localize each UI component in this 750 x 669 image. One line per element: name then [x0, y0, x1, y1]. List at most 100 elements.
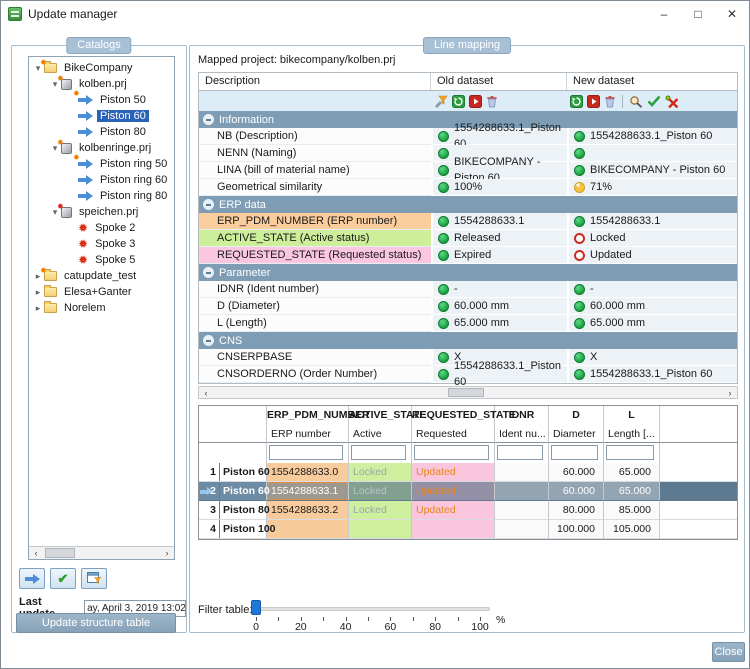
status-red-icon: [574, 250, 585, 261]
scroll-thumb[interactable]: [448, 388, 484, 397]
trash-icon[interactable]: [604, 95, 616, 108]
tree-item-spoke-5[interactable]: ✹Spoke 5: [29, 252, 174, 268]
table-row[interactable]: 1Piston 601554288633.0LockedUpdated60.00…: [199, 463, 737, 482]
old-value-cell: Expired: [431, 247, 567, 264]
filter-input[interactable]: [497, 445, 543, 460]
chevron-right-icon[interactable]: ▸: [32, 287, 44, 298]
tree-item-spoke-2[interactable]: ✹Spoke 2: [29, 220, 174, 236]
part-arrow-icon: [78, 175, 93, 185]
minimize-button[interactable]: –: [647, 1, 681, 27]
tree-item-label: BikeCompany: [61, 62, 135, 74]
column-title[interactable]: REQUESTED_STATE: [412, 406, 495, 425]
filter-input[interactable]: [269, 445, 343, 460]
section-header[interactable]: CNS: [199, 332, 737, 349]
tree-item-kolben-prj[interactable]: ▾✹kolben.prj: [29, 76, 174, 92]
status-green-icon: [574, 369, 585, 380]
filter-input[interactable]: [606, 445, 654, 460]
modified-badge-icon: ✹: [40, 59, 47, 67]
tree-item-bikecompany[interactable]: ▾✹BikeCompany: [29, 60, 174, 76]
refresh-icon[interactable]: [452, 95, 465, 108]
tree-item-piston-80[interactable]: Piston 80: [29, 124, 174, 140]
tree-item-piston-ring-60[interactable]: Piston ring 60: [29, 172, 174, 188]
close-window-button[interactable]: ✕: [715, 1, 749, 27]
scroll-right-icon[interactable]: ›: [160, 547, 174, 559]
new-value-cell: 65.000 mm: [567, 315, 737, 332]
trash-icon[interactable]: [486, 95, 498, 108]
mapping-row[interactable]: REQUESTED_STATE (Requested status)Expire…: [199, 247, 737, 264]
row-label-cell: 2Piston 60: [199, 482, 267, 501]
mapping-row[interactable]: ACTIVE_STATE (Active status)ReleasedLock…: [199, 230, 737, 247]
tree-item-speichen-prj[interactable]: ▾✹speichen.prj: [29, 204, 174, 220]
tree-item-label: Spoke 3: [92, 238, 138, 250]
filter-input[interactable]: [351, 445, 406, 460]
table-row[interactable]: 2Piston 601554288633.1LockedUpdated60.00…: [199, 482, 737, 501]
refresh-icon[interactable]: [570, 95, 583, 108]
collapse-icon[interactable]: [203, 267, 214, 278]
tree-item-norelem[interactable]: ▸Norelem: [29, 300, 174, 316]
close-button[interactable]: Close: [712, 642, 745, 662]
table-cell: [495, 482, 549, 501]
tree-item-label: Piston 80: [97, 126, 149, 138]
filter-input[interactable]: [414, 445, 489, 460]
collapse-icon[interactable]: [203, 335, 214, 346]
collapse-icon[interactable]: [203, 199, 214, 210]
new-value-cell: 71%: [567, 179, 737, 196]
filter-slider-track[interactable]: [255, 607, 490, 611]
tree-item-spoke-3[interactable]: ✹Spoke 3: [29, 236, 174, 252]
scroll-left-icon[interactable]: ‹: [199, 387, 213, 398]
table-cell: [495, 501, 549, 520]
mapping-row[interactable]: L (Length)65.000 mm65.000 mm: [199, 315, 737, 332]
column-title[interactable]: IDNR: [495, 406, 549, 425]
mapping-horizontal-scrollbar[interactable]: ‹ ›: [198, 386, 738, 399]
column-title[interactable]: L: [604, 406, 660, 425]
tree-item-catupdate-test[interactable]: ▸✹catupdate_test: [29, 268, 174, 284]
tree-item-piston-ring-80[interactable]: Piston ring 80: [29, 188, 174, 204]
filter-input[interactable]: [551, 445, 598, 460]
run-icon[interactable]: [587, 95, 600, 108]
column-title[interactable]: D: [549, 406, 604, 425]
maximize-button[interactable]: □: [681, 1, 715, 27]
status-green-icon: [574, 165, 585, 176]
map-arrow-button[interactable]: [19, 568, 45, 589]
tree-item-label: Piston ring 80: [97, 190, 170, 202]
reject-icon[interactable]: [665, 95, 679, 108]
column-title[interactable]: ERP_PDM_NUMBER: [267, 406, 349, 425]
table-row[interactable]: 3Piston 801554288633.2LockedUpdated80.00…: [199, 501, 737, 520]
tree-item-elesa-ganter[interactable]: ▸Elesa+Ganter: [29, 284, 174, 300]
update-structure-table-button[interactable]: Update structure table: [16, 613, 176, 633]
filter-slider-thumb[interactable]: [251, 600, 261, 615]
status-green-icon: [438, 165, 449, 176]
filter-magnet-icon[interactable]: [434, 95, 448, 108]
mapping-row[interactable]: NB (Description)1554288633.1_Piston 6015…: [199, 128, 737, 145]
tree-item-piston-60[interactable]: Piston 60: [29, 108, 174, 124]
table-row[interactable]: 4Piston 100100.000105.000: [199, 520, 737, 539]
mapping-row[interactable]: LINA (bill of material name)BIKECOMPANY …: [199, 162, 737, 179]
column-title[interactable]: ACTIVE_STATE: [349, 406, 412, 425]
tree-item-piston-50[interactable]: ✹Piston 50: [29, 92, 174, 108]
search-icon[interactable]: [629, 95, 643, 108]
tree-item-kolbenringe-prj[interactable]: ▾✹kolbenringe.prj: [29, 140, 174, 156]
status-green-icon: [574, 131, 585, 142]
section-header[interactable]: Parameter: [199, 264, 737, 281]
mapping-row[interactable]: Geometrical similarity100%71%: [199, 179, 737, 196]
accept-mapping-button[interactable]: ✔: [50, 568, 76, 589]
catalogs-panel: Catalogs ▾✹BikeCompany▾✹kolben.prj✹Pisto…: [11, 45, 187, 633]
mapping-row[interactable]: ERP_PDM_NUMBER (ERP number)1554288633.11…: [199, 213, 737, 230]
arrow-icon: [25, 574, 40, 584]
scroll-left-icon[interactable]: ‹: [29, 547, 43, 559]
folder-icon: [44, 287, 57, 297]
scroll-right-icon[interactable]: ›: [723, 387, 737, 398]
scroll-thumb[interactable]: [45, 548, 75, 558]
tree-horizontal-scrollbar[interactable]: ‹ ›: [29, 546, 174, 559]
mapping-row[interactable]: CNSORDERNO (Order Number)1554288633.1_Pi…: [199, 366, 737, 383]
tree-item-piston-ring-50[interactable]: ✹Piston ring 50: [29, 156, 174, 172]
mapping-row[interactable]: D (Diameter)60.000 mm60.000 mm: [199, 298, 737, 315]
structure-filter-button[interactable]: [81, 568, 107, 589]
chevron-right-icon[interactable]: ▸: [32, 303, 44, 314]
run-icon[interactable]: [469, 95, 482, 108]
accept-icon[interactable]: [647, 95, 661, 107]
section-header[interactable]: ERP data: [199, 196, 737, 213]
structure-table: ERP_PDM_NUMBERACTIVE_STATEREQUESTED_STAT…: [198, 405, 738, 540]
collapse-icon[interactable]: [203, 114, 214, 125]
mapping-row[interactable]: IDNR (Ident number)--: [199, 281, 737, 298]
